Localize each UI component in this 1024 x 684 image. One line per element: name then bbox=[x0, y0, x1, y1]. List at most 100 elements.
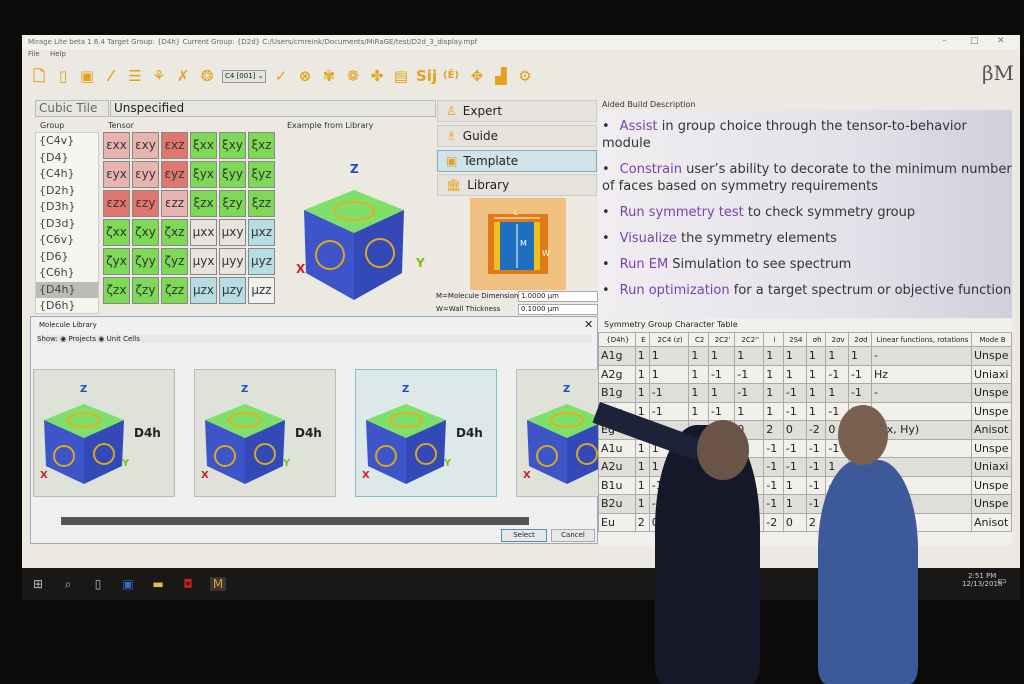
outlook-icon[interactable]: ▣ bbox=[120, 577, 136, 591]
axis-select[interactable]: C4 [001] ⌄ bbox=[222, 69, 266, 83]
group-item[interactable]: {D3d} bbox=[36, 216, 98, 233]
tensor-cell[interactable]: μzy bbox=[219, 277, 246, 304]
group-item[interactable]: {D2h} bbox=[36, 183, 98, 200]
cube-icon[interactable]: ❂ bbox=[198, 67, 216, 85]
tensor-cell[interactable]: ξzy bbox=[219, 190, 246, 217]
tensor-cell[interactable]: εxx bbox=[103, 132, 130, 159]
sij-icon[interactable]: Sij bbox=[416, 67, 437, 85]
mirage-taskbar-icon[interactable]: M bbox=[210, 577, 226, 591]
description-action-link[interactable]: Run EM bbox=[620, 257, 669, 272]
tensor-cell[interactable]: εzy bbox=[132, 190, 159, 217]
tensor-cell[interactable]: μxz bbox=[248, 219, 275, 246]
signal-icon[interactable]: ▟ bbox=[492, 67, 510, 85]
tensor-cell[interactable]: ζxz bbox=[161, 219, 188, 246]
library-card[interactable]: Z X Y D4h bbox=[33, 369, 175, 497]
tensor-cell[interactable]: μzx bbox=[190, 277, 217, 304]
tensor-cell[interactable]: ξyx bbox=[190, 161, 217, 188]
maximize-button[interactable]: □ bbox=[970, 36, 979, 46]
file-explorer-icon[interactable]: ▬ bbox=[150, 577, 166, 591]
brush-icon[interactable]: ⁄ bbox=[102, 67, 120, 85]
save-icon[interactable]: ▣ bbox=[78, 67, 96, 85]
tensor-cell[interactable]: ζyz bbox=[161, 248, 188, 275]
projects-radio[interactable]: ◉ Projects bbox=[60, 335, 96, 343]
tensor-cell[interactable]: μyz bbox=[248, 248, 275, 275]
group-list[interactable]: {C4v} {D4} {C4h} {D2h} {D3h} {D3d} {C6v} {D6} {C… bbox=[35, 132, 99, 314]
tensor-cell[interactable]: εyy bbox=[132, 161, 159, 188]
tensor-cell[interactable]: μxx bbox=[190, 219, 217, 246]
tensor-cell[interactable]: μyy bbox=[219, 248, 246, 275]
panel-icon[interactable]: ▤ bbox=[392, 67, 410, 85]
tensor-cell[interactable]: μyx bbox=[190, 248, 217, 275]
tensor-cell[interactable]: ξxx bbox=[190, 132, 217, 159]
library-card[interactable]: Z X Y D4h bbox=[194, 369, 336, 497]
tensor-cell[interactable]: εxy bbox=[132, 132, 159, 159]
tensor-cell[interactable]: ξxz bbox=[248, 132, 275, 159]
cancel-button[interactable]: Cancel bbox=[551, 529, 595, 542]
gear-icon[interactable]: ⚙ bbox=[516, 67, 534, 85]
group-item[interactable]: {C4h} bbox=[36, 166, 98, 183]
mode-library-button[interactable]: 🏛 Library bbox=[437, 174, 597, 196]
tensor-cell[interactable]: ζzx bbox=[103, 277, 130, 304]
tensor-cell[interactable]: ζxy bbox=[132, 219, 159, 246]
menu-help[interactable]: Help bbox=[50, 50, 66, 58]
symmetry-icon[interactable]: ⊗ bbox=[296, 67, 314, 85]
tensor-cell[interactable]: ξzz bbox=[248, 190, 275, 217]
tensor-cell[interactable]: ζyx bbox=[103, 248, 130, 275]
tensor-cell[interactable]: ξyz bbox=[248, 161, 275, 188]
library-card[interactable]: Z X Y D4h bbox=[355, 369, 497, 497]
sphere-icon[interactable]: ❁ bbox=[344, 67, 362, 85]
tensor-cell[interactable]: εyx bbox=[103, 161, 130, 188]
network-icon[interactable]: ✤ bbox=[368, 67, 386, 85]
tensor-cell[interactable]: ξxy bbox=[219, 132, 246, 159]
group-item[interactable]: {D4h} bbox=[36, 281, 98, 298]
tensor-cell[interactable]: εzz bbox=[161, 190, 188, 217]
tensor-cell[interactable]: μxy bbox=[219, 219, 246, 246]
mode-expert-button[interactable]: ♙ Expert bbox=[437, 100, 597, 122]
mode-guide-button[interactable]: ♗ Guide bbox=[437, 125, 597, 147]
select-button[interactable]: Select bbox=[501, 529, 547, 542]
group-filter-select[interactable]: Unspecified bbox=[110, 100, 436, 117]
group-item[interactable]: {D3h} bbox=[36, 199, 98, 216]
group-item[interactable]: {C4v} bbox=[36, 133, 98, 150]
tensor-cell[interactable]: ζxx bbox=[103, 219, 130, 246]
description-action-link[interactable]: Assist bbox=[620, 119, 658, 134]
document-icon[interactable]: ☰ bbox=[126, 67, 144, 85]
description-action-link[interactable]: Constrain bbox=[620, 162, 682, 177]
check-icon[interactable]: ✓ bbox=[272, 67, 290, 85]
tensor-cell[interactable]: ξzx bbox=[190, 190, 217, 217]
wall-thickness-input[interactable]: 0.1000 µm bbox=[518, 304, 598, 315]
group-item[interactable]: {D6} bbox=[36, 249, 98, 266]
tensor-cell[interactable]: εyz bbox=[161, 161, 188, 188]
unit-cells-radio[interactable]: ◉ Unit Cells bbox=[98, 335, 140, 343]
new-file-icon[interactable]: 🗋 bbox=[30, 67, 48, 85]
group-item[interactable]: {C6h} bbox=[36, 265, 98, 282]
dialog-close-button[interactable]: ✕ bbox=[584, 318, 593, 331]
close-button[interactable]: ✕ bbox=[997, 36, 1005, 46]
tensor-cell[interactable]: ζzz bbox=[161, 277, 188, 304]
tile-select[interactable]: Cubic Tile bbox=[35, 100, 109, 117]
molecule-icon[interactable]: ✾ bbox=[320, 67, 338, 85]
tensor-cell[interactable]: ζzy bbox=[132, 277, 159, 304]
minimize-button[interactable]: – bbox=[942, 36, 947, 46]
mode-template-button[interactable]: ▣ Template bbox=[437, 150, 597, 172]
task-view-icon[interactable]: ▯ bbox=[90, 577, 106, 591]
menu-file[interactable]: File bbox=[28, 50, 40, 58]
tensor-cell[interactable]: εxz bbox=[161, 132, 188, 159]
description-action-link[interactable]: Run optimization bbox=[620, 283, 730, 298]
description-action-link[interactable]: Run symmetry test bbox=[620, 205, 744, 220]
horizontal-scrollbar[interactable] bbox=[61, 517, 529, 525]
tensor-cell[interactable]: ξyy bbox=[219, 161, 246, 188]
molecule-dimension-input[interactable]: 1.0000 µm bbox=[518, 291, 598, 302]
tools-icon[interactable]: ✗ bbox=[174, 67, 192, 85]
group-item[interactable]: {D6h} bbox=[36, 298, 98, 313]
tensor-cell[interactable]: μzz bbox=[248, 277, 275, 304]
group-item[interactable]: {C6v} bbox=[36, 232, 98, 249]
tensor-cell[interactable]: εzx bbox=[103, 190, 130, 217]
search-icon[interactable]: ⌕ bbox=[60, 577, 76, 592]
arrows-icon[interactable]: ✥ bbox=[468, 67, 486, 85]
notification-icon[interactable]: ▭ bbox=[997, 576, 1006, 587]
description-action-link[interactable]: Visualize bbox=[620, 231, 677, 246]
windows-icon[interactable]: ⊞ bbox=[30, 577, 46, 591]
group-item[interactable]: {D4} bbox=[36, 150, 98, 167]
hierarchy-icon[interactable]: ⚘ bbox=[150, 67, 168, 85]
